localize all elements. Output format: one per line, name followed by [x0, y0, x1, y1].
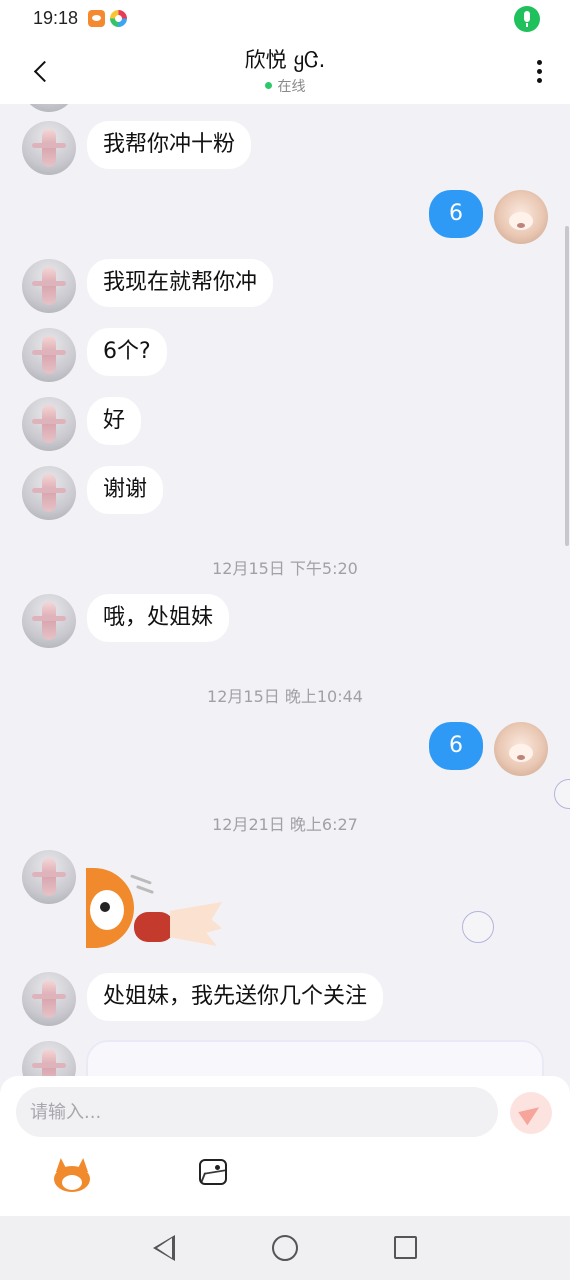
incoming-message[interactable]: 好 — [87, 397, 142, 445]
image-icon[interactable] — [199, 1159, 229, 1187]
contact-name[interactable]: 欣悦 ყᏣ. — [0, 44, 570, 74]
app-notification-icon — [88, 10, 105, 27]
microphone-icon[interactable] — [514, 6, 540, 32]
outgoing-message[interactable]: 6 — [429, 722, 483, 770]
status-time: 19:18 — [33, 8, 79, 28]
friend-avatar[interactable] — [22, 1041, 76, 1076]
floating-assistive-ball[interactable] — [554, 779, 570, 809]
friend-avatar[interactable] — [22, 121, 76, 175]
incoming-message[interactable]: 我帮你冲十粉 — [87, 121, 252, 169]
incoming-message[interactable]: 6个? — [87, 328, 167, 376]
shared-card-message[interactable] — [86, 1040, 544, 1076]
incoming-message[interactable]: 处姐妹，我先送你几个关注 — [87, 973, 384, 1021]
my-avatar[interactable] — [494, 190, 548, 244]
friend-avatar[interactable] — [22, 397, 76, 451]
nav-back-icon[interactable] — [150, 1234, 176, 1262]
friend-avatar[interactable] — [22, 104, 76, 112]
timestamp-divider: 12月15日 晚上10:44 — [207, 687, 363, 706]
incoming-message[interactable]: 谢谢 — [87, 466, 164, 514]
online-status: 在线 — [0, 76, 570, 96]
friend-avatar[interactable] — [22, 259, 76, 313]
message-input[interactable] — [16, 1087, 498, 1137]
timestamp-divider: 12月21日 晚上6:27 — [212, 815, 358, 834]
touch-indicator-circle — [462, 911, 494, 943]
scrollbar[interactable] — [565, 226, 569, 546]
fox-emoji-icon[interactable] — [52, 1156, 92, 1192]
my-avatar[interactable] — [494, 722, 548, 776]
chat-message-list[interactable]: 我帮你冲十粉 6 我现在就帮你冲 6个? 好 谢谢 12月15日 下午5:20 … — [0, 104, 570, 1076]
multicolor-app-icon — [110, 10, 127, 27]
chat-header: 欣悦 ყᏣ. 在线 — [0, 40, 570, 104]
send-icon[interactable] — [510, 1092, 552, 1134]
friend-avatar[interactable] — [22, 972, 76, 1026]
nav-recents-icon[interactable] — [394, 1236, 417, 1259]
friend-avatar[interactable] — [22, 466, 76, 520]
system-navigation-bar — [0, 1216, 570, 1280]
incoming-message[interactable]: 哦，处姐妹 — [87, 594, 230, 642]
nav-home-icon[interactable] — [272, 1235, 298, 1261]
status-bar: 19:18 — [0, 0, 570, 40]
fox-punch-sticker[interactable] — [86, 860, 226, 950]
online-status-label: 在线 — [277, 79, 306, 95]
friend-avatar[interactable] — [22, 328, 76, 382]
incoming-message[interactable]: 我现在就帮你冲 — [87, 259, 274, 307]
online-dot-icon — [264, 82, 272, 89]
outgoing-message[interactable]: 6 — [429, 190, 483, 238]
friend-avatar[interactable] — [22, 850, 76, 904]
friend-avatar[interactable] — [22, 594, 76, 648]
more-options-icon[interactable] — [528, 56, 552, 88]
timestamp-divider: 12月15日 下午5:20 — [212, 559, 358, 578]
input-panel — [0, 1076, 570, 1216]
